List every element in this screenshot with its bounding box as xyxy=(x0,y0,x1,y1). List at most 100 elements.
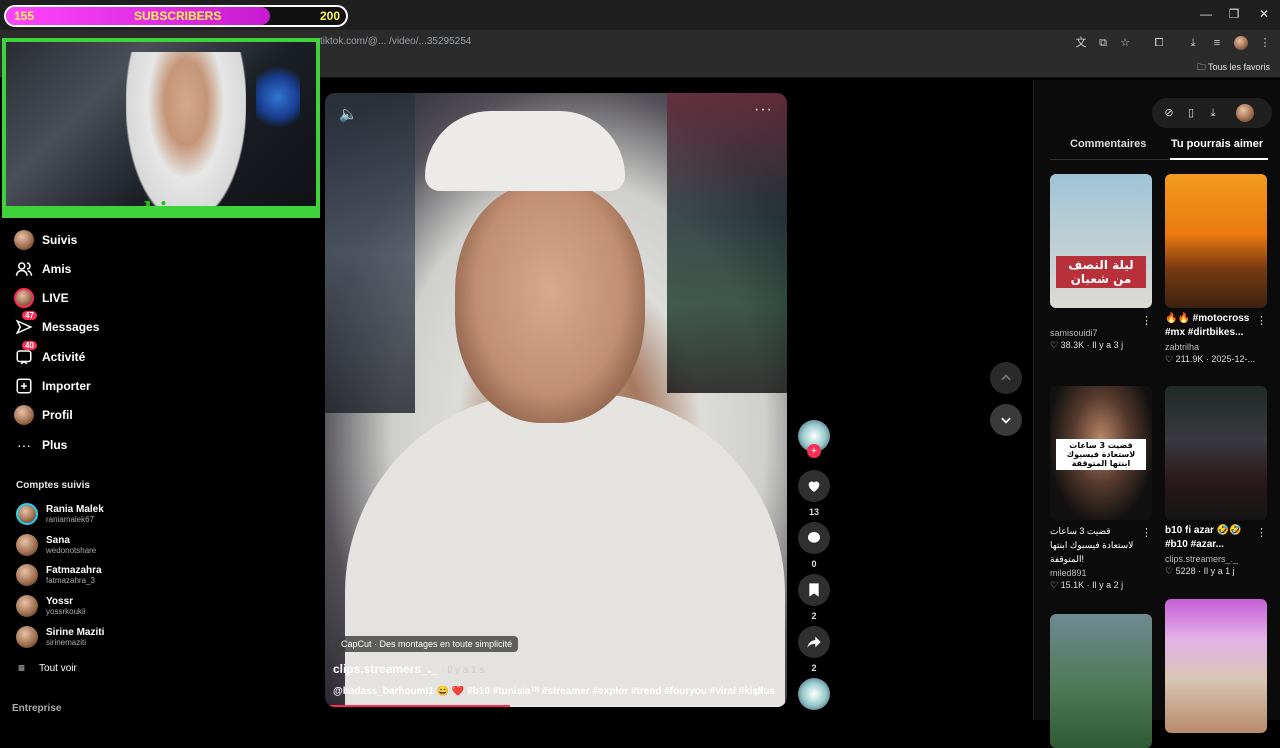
see-all-button[interactable]: ≡ Tout voir xyxy=(18,661,77,675)
video-subject-cap xyxy=(425,111,625,191)
messages-badge: 47 xyxy=(22,311,37,320)
save-button[interactable]: 2 xyxy=(797,574,831,621)
subscriber-goal: 200 xyxy=(319,9,340,23)
list-icon: ≡ xyxy=(18,661,26,675)
video-subject-face xyxy=(455,183,645,423)
video-thumbnail xyxy=(1165,174,1267,308)
recommended-video-card[interactable]: قضيت 3 ساعات لاستعادة فيسبوك ابنتها المت… xyxy=(1050,386,1152,591)
more-options-icon[interactable]: ··· xyxy=(754,101,773,119)
caption-more-button[interactable]: plus xyxy=(754,686,775,697)
sidebar-item-live[interactable]: LIVE xyxy=(14,287,69,309)
recommended-video-card[interactable] xyxy=(1165,599,1267,733)
account-name: Yossr xyxy=(46,596,74,607)
video-player[interactable]: 🔈 ··· CapCut · Des montages en toute sim… xyxy=(325,93,787,707)
sidebar-item-label: Importer xyxy=(42,379,91,393)
cast-icon[interactable]: ⧉ xyxy=(1096,36,1110,50)
card-more-icon[interactable]: ⋮ xyxy=(1256,526,1267,539)
like-button[interactable]: 13 xyxy=(797,470,831,517)
sidebar-item-activite[interactable]: 40 Activité xyxy=(14,341,86,368)
capcut-tag[interactable]: CapCut · Des montages en toute simplicit… xyxy=(335,636,519,652)
reading-list-icon[interactable]: ≡ xyxy=(1210,36,1224,50)
extensions-icon[interactable]: ⧠ xyxy=(1152,36,1166,50)
see-all-label: Tout voir xyxy=(39,662,77,674)
volume-icon[interactable]: 🔈 xyxy=(339,105,358,123)
card-author: clips.streamers_._ xyxy=(1165,554,1239,564)
followed-account[interactable]: Yossr yossrkoukii xyxy=(16,595,86,617)
star-icon[interactable]: ☆ xyxy=(1118,36,1132,50)
follow-plus-icon[interactable]: + xyxy=(807,444,821,458)
background-left xyxy=(325,93,415,413)
following-avatar-icon xyxy=(14,230,34,250)
profile-avatar[interactable] xyxy=(1234,36,1248,50)
followed-account[interactable]: Rania Malek raniamalek67 xyxy=(16,503,104,525)
card-more-icon[interactable]: ⋮ xyxy=(1141,526,1152,539)
sidebar-item-label: Activité xyxy=(42,350,86,364)
url-text[interactable]: tiktok.com/@... /video/...35295254 xyxy=(320,36,471,47)
upload-icon xyxy=(14,376,34,396)
sound-avatar-button[interactable] xyxy=(797,678,831,710)
translate-icon[interactable]: 文 xyxy=(1074,36,1088,50)
minimize-button[interactable]: — xyxy=(1196,6,1216,22)
subscriber-goal-bar: 155 SUBSCRIBERS 200 xyxy=(4,5,348,27)
panel-tabs: Commentaires Tu pourrais aimer xyxy=(1050,138,1268,160)
account-handle: sirinemaziti xyxy=(46,638,87,647)
sidebar-item-messages[interactable]: 47 Messages xyxy=(14,311,99,338)
creator-avatar-button[interactable]: + xyxy=(797,420,831,458)
recommended-video-card[interactable]: ليلة النصف من شعبان ⋮ samisouidi7 ♡ 38.3… xyxy=(1050,174,1152,351)
sidebar-item-label: Plus xyxy=(42,438,68,452)
card-more-icon[interactable]: ⋮ xyxy=(1141,314,1152,327)
heart-icon xyxy=(798,470,830,502)
close-window-button[interactable]: ✕ xyxy=(1254,6,1274,22)
share-count: 2 xyxy=(811,663,817,673)
followed-account[interactable]: Sirine Maziti sirinemaziti xyxy=(16,626,104,648)
sidebar-item-suivis[interactable]: Suivis xyxy=(14,229,77,251)
mobile-icon[interactable]: ▯ xyxy=(1184,106,1198,120)
activity-icon: 40 xyxy=(14,341,37,367)
sidebar-item-profil[interactable]: Profil xyxy=(14,404,73,426)
comment-button[interactable]: 0 xyxy=(797,522,831,569)
webcam-overlay: bio xyxy=(2,38,320,218)
card-more-icon[interactable]: ⋮ xyxy=(1256,314,1267,327)
menu-icon[interactable]: ⋮ xyxy=(1258,36,1272,50)
subscriber-count: 155 xyxy=(14,9,35,23)
like-count: 13 xyxy=(808,507,819,517)
restore-button[interactable]: ❐ xyxy=(1224,6,1244,22)
sidebar-item-label: Amis xyxy=(42,262,72,276)
sidebar-item-amis[interactable]: Amis xyxy=(14,258,71,280)
thumbnail-overlay-text: ليلة النصف من شعبان xyxy=(1056,256,1146,288)
account-handle: raniamalek67 xyxy=(46,515,95,524)
followed-account[interactable]: Fatmazahra fatmazahra_3 xyxy=(16,564,102,586)
download-icon[interactable]: ⤓ xyxy=(1206,106,1220,120)
sidebar-item-importer[interactable]: Importer xyxy=(14,375,91,397)
sound-disc-icon xyxy=(798,678,830,710)
account-handle: fatmazahra_3 xyxy=(46,576,95,585)
tab-comments[interactable]: Commentaires xyxy=(1070,138,1146,150)
recommended-video-card[interactable]: ⋮ b10 fi azar 🤣🤣 #b10 #azar... clips.str… xyxy=(1165,386,1267,577)
webcam-border-strip xyxy=(6,206,316,214)
account-handle: yossrkoukii xyxy=(46,607,86,616)
all-bookmarks-folder[interactable]: 🗀 Tous les favoris xyxy=(1197,60,1270,76)
download-icon[interactable]: ⤓ xyxy=(1186,36,1200,50)
next-video-button[interactable] xyxy=(990,404,1022,436)
sidebar-item-plus[interactable]: ··· Plus xyxy=(14,434,67,456)
video-author[interactable]: clips.streamers_._ · Il y a 1 s xyxy=(333,662,484,676)
panel-toolbar: ⊘ ▯ ⤓ xyxy=(1152,98,1272,128)
avatar xyxy=(16,595,38,617)
card-stats: ♡ 5228 · Il y a 1 j xyxy=(1165,566,1235,576)
thumbnail-overlay-text: قضيت 3 ساعات لاستعادة فيسبوك ابنتها المت… xyxy=(1056,439,1146,470)
followed-account[interactable]: Sana wedonotshare xyxy=(16,534,96,556)
video-progress-bar[interactable] xyxy=(325,705,787,707)
footer-entreprise-link[interactable]: Entreprise xyxy=(12,703,61,714)
user-avatar[interactable] xyxy=(1236,104,1254,122)
tab-recommendations[interactable]: Tu pourrais aimer xyxy=(1171,138,1263,150)
card-title: b10 fi azar 🤣🤣 #b10 #azar... xyxy=(1165,525,1242,550)
previous-video-button[interactable] xyxy=(990,362,1022,394)
video-thumbnail xyxy=(1165,386,1267,520)
recommended-video-card[interactable] xyxy=(1050,614,1152,748)
friends-icon xyxy=(14,259,34,279)
share-button[interactable]: 2 xyxy=(797,626,831,673)
sidebar-item-label: Profil xyxy=(42,408,73,422)
author-name: clips.streamers_._ xyxy=(333,662,438,676)
recommended-video-card[interactable]: ⋮ 🔥🔥 #motocross #mx #dirtbikes... zabtri… xyxy=(1165,174,1267,365)
compass-icon[interactable]: ⊘ xyxy=(1162,106,1176,120)
